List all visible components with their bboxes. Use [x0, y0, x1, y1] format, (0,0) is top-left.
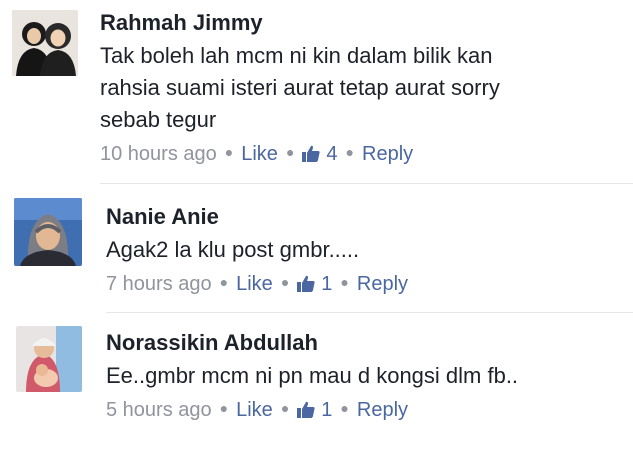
separator-dot: ●: [219, 274, 229, 290]
thumbs-up-icon: [297, 398, 315, 426]
like-link[interactable]: Like: [236, 399, 273, 421]
comment-text-line: Tak boleh lah mcm ni kin dalam bilik kan: [100, 43, 493, 68]
like-link[interactable]: Like: [241, 143, 278, 165]
like-count[interactable]: 1: [297, 273, 332, 295]
separator-dot: ●: [340, 400, 349, 416]
comment-meta: 7 hours ago ● Like ● 1 ● Reply: [106, 268, 408, 300]
comment-text: Tak boleh lah mcm ni kin dalam bilik kan…: [100, 40, 500, 136]
avatar[interactable]: [16, 326, 82, 392]
reply-link[interactable]: Reply: [362, 143, 413, 165]
comment-text: Agak2 la klu post gmbr.....: [106, 234, 408, 266]
avatar-photo-icon: [14, 198, 82, 266]
like-count[interactable]: 4: [302, 143, 338, 165]
separator-dot: ●: [224, 144, 234, 160]
separator-dot: ●: [280, 400, 290, 416]
like-count[interactable]: 1: [297, 399, 332, 421]
comment-author[interactable]: Nanie Anie: [106, 204, 408, 230]
comment-text-line: Agak2 la klu post gmbr.....: [106, 237, 360, 262]
avatar-photo-icon: [12, 10, 78, 76]
like-count-value: 1: [321, 273, 333, 295]
like-count-value: 1: [321, 399, 333, 421]
like-link[interactable]: Like: [236, 273, 273, 295]
thumbs-up-icon: [297, 272, 315, 300]
separator-dot: ●: [340, 274, 349, 290]
comment-timestamp[interactable]: 10 hours ago: [100, 143, 217, 165]
like-count-value: 4: [326, 143, 338, 165]
comment-meta: 10 hours ago ● Like ● 4 ● Reply: [100, 138, 500, 170]
avatar[interactable]: [14, 198, 82, 266]
reply-link[interactable]: Reply: [357, 399, 408, 421]
comment-text-line: rahsia suami isteri aurat tetap aurat so…: [100, 75, 500, 100]
separator-dot: ●: [345, 144, 354, 160]
comment-meta: 5 hours ago ● Like ● 1 ● Reply: [106, 394, 518, 426]
comment-timestamp[interactable]: 5 hours ago: [106, 399, 212, 421]
comment-timestamp[interactable]: 7 hours ago: [106, 273, 212, 295]
comment-author[interactable]: Rahmah Jimmy: [100, 10, 500, 36]
thumbs-up-icon: [302, 142, 321, 170]
comment-text-line: sebab tegur: [100, 107, 217, 132]
comment-divider: [106, 312, 633, 313]
separator-dot: ●: [285, 144, 295, 160]
separator-dot: ●: [219, 400, 229, 416]
comment-author[interactable]: Norassikin Abdullah: [106, 330, 518, 356]
comment-text: Ee..gmbr mcm ni pn mau d kongsi dlm fb..: [106, 360, 518, 392]
reply-link[interactable]: Reply: [357, 273, 408, 295]
separator-dot: ●: [280, 274, 290, 290]
comment-text-line: Ee..gmbr mcm ni pn mau d kongsi dlm fb..: [106, 363, 519, 388]
avatar-photo-icon: [16, 326, 82, 392]
comment-divider: [100, 183, 633, 184]
avatar[interactable]: [12, 10, 78, 76]
